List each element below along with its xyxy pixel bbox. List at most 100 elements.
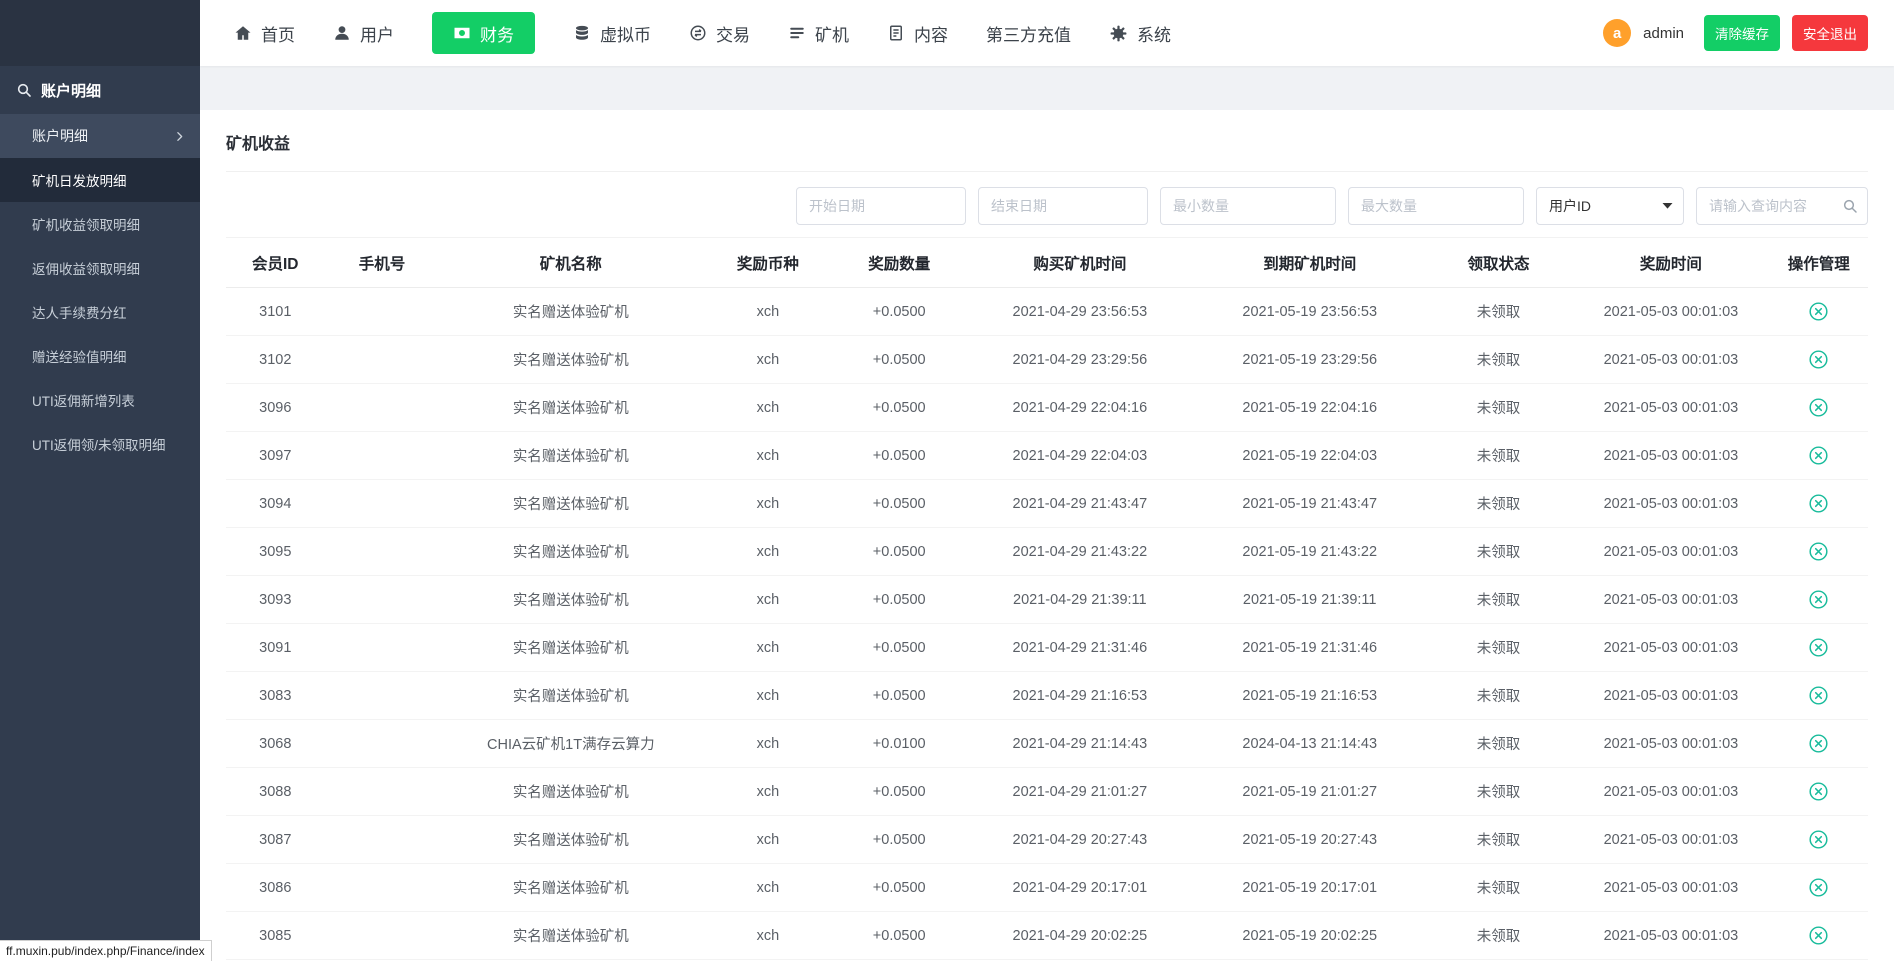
cell-operations: [1769, 720, 1868, 768]
search-icon[interactable]: [1842, 198, 1858, 214]
cell-phone: [325, 720, 440, 768]
sidebar-item-label: 达人手续费分红: [32, 302, 127, 322]
table-row: 3086 实名赠送体验矿机 xch +0.0500 2021-04-29 20:…: [226, 864, 1868, 912]
sidebar-item[interactable]: 返佣收益领取明细: [0, 246, 200, 290]
cell-operations: [1769, 336, 1868, 384]
circle-x-icon[interactable]: [1808, 445, 1829, 466]
avatar[interactable]: a: [1603, 19, 1631, 47]
circle-x-icon[interactable]: [1808, 493, 1829, 514]
nav-item-label: 矿机: [815, 21, 849, 46]
sidebar-item[interactable]: UTI返佣领/未领取明细: [0, 422, 200, 466]
table-header-cell: 手机号: [325, 238, 440, 288]
circle-x-icon[interactable]: [1808, 397, 1829, 418]
cell-machine-name: CHIA云矿机1T满存云算力: [439, 720, 702, 768]
max-quantity-input[interactable]: [1348, 187, 1524, 225]
user-icon: [333, 24, 351, 42]
cell-status: 未领取: [1425, 336, 1573, 384]
circle-x-icon[interactable]: [1808, 781, 1829, 802]
nav-item[interactable]: 首页: [234, 21, 295, 46]
cell-status: 未领取: [1425, 528, 1573, 576]
page-title: 矿机收益: [226, 130, 1868, 154]
nav-item[interactable]: 财务: [432, 12, 535, 54]
logout-button[interactable]: 安全退出: [1792, 15, 1868, 51]
topnav-right: a admin 清除缓存 安全退出: [1603, 15, 1868, 51]
nav-item-label: 内容: [914, 21, 948, 46]
cell-operations: [1769, 912, 1868, 960]
miner-icon: [788, 24, 806, 42]
cell-expire-time: 2021-05-19 21:43:22: [1195, 528, 1425, 576]
cell-buy-time: 2021-04-29 21:43:47: [965, 480, 1195, 528]
cell-member-id: 3085: [226, 912, 325, 960]
circle-x-icon[interactable]: [1808, 541, 1829, 562]
cell-amount: +0.0500: [834, 672, 965, 720]
circle-x-icon[interactable]: [1808, 925, 1829, 946]
circle-x-icon[interactable]: [1808, 349, 1829, 370]
cell-amount: +0.0500: [834, 768, 965, 816]
nav-item-label: 交易: [716, 21, 750, 46]
circle-x-icon[interactable]: [1808, 589, 1829, 610]
nav-item[interactable]: 交易: [689, 21, 750, 46]
sidebar-item[interactable]: 矿机收益领取明细: [0, 202, 200, 246]
table-row: 3087 实名赠送体验矿机 xch +0.0500 2021-04-29 20:…: [226, 816, 1868, 864]
cell-machine-name: 实名赠送体验矿机: [439, 864, 702, 912]
sidebar-item[interactable]: 达人手续费分红: [0, 290, 200, 334]
status-url-text: ff.muxin.pub/index.php/Finance/index: [6, 944, 205, 958]
table-header-cell: 奖励币种: [702, 238, 833, 288]
cell-operations: [1769, 432, 1868, 480]
nav-item[interactable]: 第三方充值: [986, 21, 1071, 46]
cell-phone: [325, 528, 440, 576]
table-header-cell: 奖励数量: [834, 238, 965, 288]
cell-phone: [325, 576, 440, 624]
sidebar-item[interactable]: 矿机日发放明细: [0, 158, 200, 202]
sidebar: 账户明细 账户明细 矿机日发放明细 矿机收益领取明细 返佣收益领取明细: [0, 0, 200, 961]
min-quantity-input[interactable]: [1160, 187, 1336, 225]
circle-x-icon[interactable]: [1808, 685, 1829, 706]
table-row: 3095 实名赠送体验矿机 xch +0.0500 2021-04-29 21:…: [226, 528, 1868, 576]
sidebar-item[interactable]: 赠送经验值明细: [0, 334, 200, 378]
content-card: 矿机收益 用户ID: [200, 110, 1894, 961]
cell-machine-name: 实名赠送体验矿机: [439, 768, 702, 816]
cell-status: 未领取: [1425, 720, 1573, 768]
user-id-select[interactable]: 用户ID: [1536, 187, 1684, 225]
cell-member-id: 3083: [226, 672, 325, 720]
nav-item[interactable]: 矿机: [788, 21, 849, 46]
circle-x-icon[interactable]: [1808, 733, 1829, 754]
cell-operations: [1769, 864, 1868, 912]
cell-member-id: 3096: [226, 384, 325, 432]
cell-reward-time: 2021-05-03 00:01:03: [1572, 480, 1769, 528]
cell-reward-time: 2021-05-03 00:01:03: [1572, 432, 1769, 480]
circle-x-icon[interactable]: [1808, 829, 1829, 850]
cell-amount: +0.0500: [834, 816, 965, 864]
cell-reward-time: 2021-05-03 00:01:03: [1572, 576, 1769, 624]
clear-cache-button[interactable]: 清除缓存: [1704, 15, 1780, 51]
cell-member-id: 3091: [226, 624, 325, 672]
table-row: 3091 实名赠送体验矿机 xch +0.0500 2021-04-29 21:…: [226, 624, 1868, 672]
cell-reward-time: 2021-05-03 00:01:03: [1572, 528, 1769, 576]
circle-x-icon[interactable]: [1808, 637, 1829, 658]
cell-amount: +0.0500: [834, 624, 965, 672]
circle-x-icon[interactable]: [1808, 301, 1829, 322]
filter-bar: 用户ID: [226, 187, 1868, 225]
cell-coin: xch: [702, 432, 833, 480]
cell-reward-time: 2021-05-03 00:01:03: [1572, 768, 1769, 816]
start-date-input[interactable]: [796, 187, 966, 225]
nav-item[interactable]: 用户: [333, 21, 394, 46]
cell-expire-time: 2021-05-19 20:27:43: [1195, 816, 1425, 864]
cell-phone: [325, 384, 440, 432]
nav-item[interactable]: 内容: [887, 21, 948, 46]
end-date-input[interactable]: [978, 187, 1148, 225]
sidebar-item[interactable]: UTI返佣新增列表: [0, 378, 200, 422]
circle-x-icon[interactable]: [1808, 877, 1829, 898]
cell-machine-name: 实名赠送体验矿机: [439, 816, 702, 864]
cell-buy-time: 2021-04-29 23:56:53: [965, 288, 1195, 336]
nav-item[interactable]: 虚拟币: [573, 21, 651, 46]
cell-member-id: 3101: [226, 288, 325, 336]
sidebar-group-account-detail[interactable]: 账户明细: [0, 114, 200, 158]
nav-item[interactable]: 系统: [1109, 21, 1171, 46]
cell-buy-time: 2021-04-29 20:02:25: [965, 912, 1195, 960]
cell-member-id: 3087: [226, 816, 325, 864]
table-row: 3102 实名赠送体验矿机 xch +0.0500 2021-04-29 23:…: [226, 336, 1868, 384]
cell-buy-time: 2021-04-29 22:04:16: [965, 384, 1195, 432]
cell-status: 未领取: [1425, 768, 1573, 816]
cell-phone: [325, 864, 440, 912]
